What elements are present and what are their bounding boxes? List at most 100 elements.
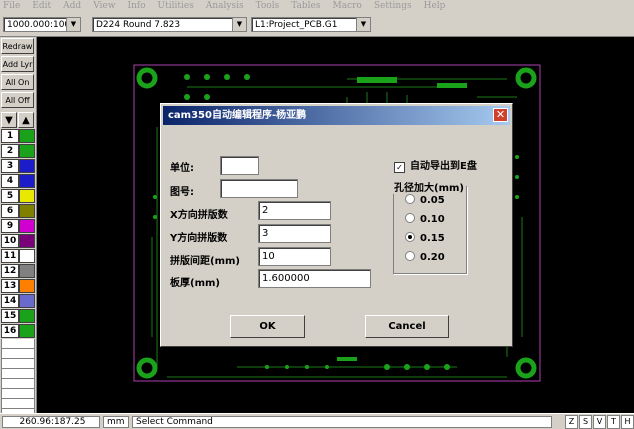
checkbox-box[interactable]: ✓ (394, 162, 405, 173)
layer-row[interactable]: 6 (1, 204, 35, 218)
layer-color-swatch[interactable] (19, 204, 35, 218)
layer-color-swatch[interactable] (19, 159, 35, 173)
dialog-title: cam350自动编辑程序-杨亚鹏 (168, 110, 307, 121)
layer-row[interactable]: 10 (1, 234, 35, 248)
empty-layer-row (1, 399, 35, 409)
menu-analysis[interactable]: Analysis (203, 0, 244, 13)
layer-up-button[interactable]: ▲ (18, 112, 34, 128)
layer-down-button[interactable]: ▼ (1, 112, 17, 128)
layer-color-swatch[interactable] (19, 219, 35, 233)
layer-row[interactable]: 2 (1, 144, 35, 158)
menu-tables[interactable]: Tables (288, 0, 320, 13)
layer-number[interactable]: 4 (1, 174, 19, 188)
aperture-select[interactable]: D224 Round 7.823 ▼ (92, 17, 247, 32)
layer-number[interactable]: 5 (1, 189, 19, 203)
close-icon[interactable]: ✕ (493, 108, 508, 122)
y-count-input[interactable]: 3 (258, 224, 331, 243)
redraw-button[interactable]: Redraw (1, 38, 34, 54)
spacing-input[interactable]: 10 (258, 247, 331, 266)
mounting-hole (515, 357, 537, 379)
radio-dot[interactable] (405, 251, 415, 261)
thickness-input[interactable]: 1.600000 (258, 269, 371, 288)
layer-number[interactable]: 15 (1, 309, 19, 323)
menu-utilities[interactable]: Utilities (155, 0, 194, 13)
spacing-label: 拼版间距(mm) (170, 256, 240, 267)
menu-info[interactable]: Info (124, 0, 145, 13)
layer-row[interactable]: 12 (1, 264, 35, 278)
layer-color-swatch[interactable] (19, 309, 35, 323)
add-layer-button[interactable]: Add Lyr (1, 56, 34, 72)
layer-color-swatch[interactable] (19, 234, 35, 248)
layer-color-swatch[interactable] (19, 189, 35, 203)
layer-row[interactable]: 16 (1, 324, 35, 338)
radio-dot[interactable] (405, 213, 415, 223)
chevron-down-icon[interactable]: ▼ (356, 18, 370, 31)
hole-option-015[interactable]: 0.15 (405, 232, 445, 244)
hole-option-label: 0.10 (420, 214, 445, 225)
layer-number[interactable]: 12 (1, 264, 19, 278)
layer-number[interactable]: 16 (1, 324, 19, 338)
menu-file[interactable]: File (0, 0, 20, 13)
menu-help[interactable]: Help (421, 0, 446, 13)
layer-color-swatch[interactable] (19, 279, 35, 293)
layer-number[interactable]: 14 (1, 294, 19, 308)
menu-view[interactable]: View (90, 0, 115, 13)
layer-color-swatch[interactable] (19, 249, 35, 263)
radio-dot-selected[interactable] (405, 232, 415, 242)
mode-t-button[interactable]: T (607, 415, 620, 429)
layer-number[interactable]: 3 (1, 159, 19, 173)
x-count-input[interactable]: 2 (258, 201, 331, 220)
layer-row[interactable]: 9 (1, 219, 35, 233)
layer-color-swatch[interactable] (19, 294, 35, 308)
layer-row[interactable]: 14 (1, 294, 35, 308)
hole-option-005[interactable]: 0.05 (405, 194, 445, 206)
all-off-button[interactable]: All Off (1, 92, 34, 108)
menu-add[interactable]: Add (60, 0, 81, 13)
all-on-button[interactable]: All On (1, 74, 34, 90)
mode-h-button[interactable]: H (621, 415, 634, 429)
layer-number[interactable]: 2 (1, 144, 19, 158)
layer-color-swatch[interactable] (19, 324, 35, 338)
mode-s-button[interactable]: S (579, 415, 592, 429)
layer-color-swatch[interactable] (19, 174, 35, 188)
layer-number[interactable]: 1 (1, 129, 19, 143)
hole-option-020[interactable]: 0.20 (405, 251, 445, 263)
layer-row[interactable]: 3 (1, 159, 35, 173)
ok-button[interactable]: OK (230, 315, 305, 338)
zoom-select[interactable]: 1000.000:1000. ▼ (3, 17, 81, 32)
menu-macro[interactable]: Macro (329, 0, 361, 13)
menu-tools[interactable]: Tools (253, 0, 280, 13)
radio-dot[interactable] (405, 194, 415, 204)
layer-color-swatch[interactable] (19, 264, 35, 278)
drawing-number-input[interactable] (220, 179, 298, 198)
pcb-canvas[interactable]: cam350自动编辑程序-杨亚鹏 ✕ 单位: 图号: X方向拼版数 2 Y方向拼… (37, 37, 634, 413)
layer-color-swatch[interactable] (19, 144, 35, 158)
layer-number[interactable]: 9 (1, 219, 19, 233)
export-checkbox[interactable]: ✓ 自动导出到E盘 (394, 157, 477, 173)
layer-row[interactable]: 13 (1, 279, 35, 293)
layer-row[interactable]: 11 (1, 249, 35, 263)
layer-number[interactable]: 6 (1, 204, 19, 218)
unit-input[interactable] (220, 156, 259, 175)
menu-edit[interactable]: Edit (29, 0, 51, 13)
chevron-down-icon[interactable]: ▼ (66, 18, 80, 31)
layer-color-swatch[interactable] (19, 129, 35, 143)
empty-layer-row (1, 389, 35, 399)
empty-layer-row (1, 369, 35, 379)
mode-v-button[interactable]: V (593, 415, 606, 429)
hole-option-010[interactable]: 0.10 (405, 213, 445, 225)
menu-settings[interactable]: Settings (371, 0, 412, 13)
layer-number[interactable]: 11 (1, 249, 19, 263)
layer-row[interactable]: 4 (1, 174, 35, 188)
layer-row[interactable]: 15 (1, 309, 35, 323)
layer-number[interactable]: 13 (1, 279, 19, 293)
layer-row[interactable]: 5 (1, 189, 35, 203)
chevron-down-icon[interactable]: ▼ (232, 18, 246, 31)
x-count-label: X方向拼版数 (170, 210, 228, 221)
layer-select[interactable]: L1:Project_PCB.G1 ▼ (251, 17, 371, 32)
cancel-button[interactable]: Cancel (365, 315, 449, 338)
layer-row[interactable]: 1 (1, 129, 35, 143)
layer-value: L1:Project_PCB.G1 (255, 20, 338, 30)
layer-number[interactable]: 10 (1, 234, 19, 248)
mode-z-button[interactable]: Z (565, 415, 578, 429)
